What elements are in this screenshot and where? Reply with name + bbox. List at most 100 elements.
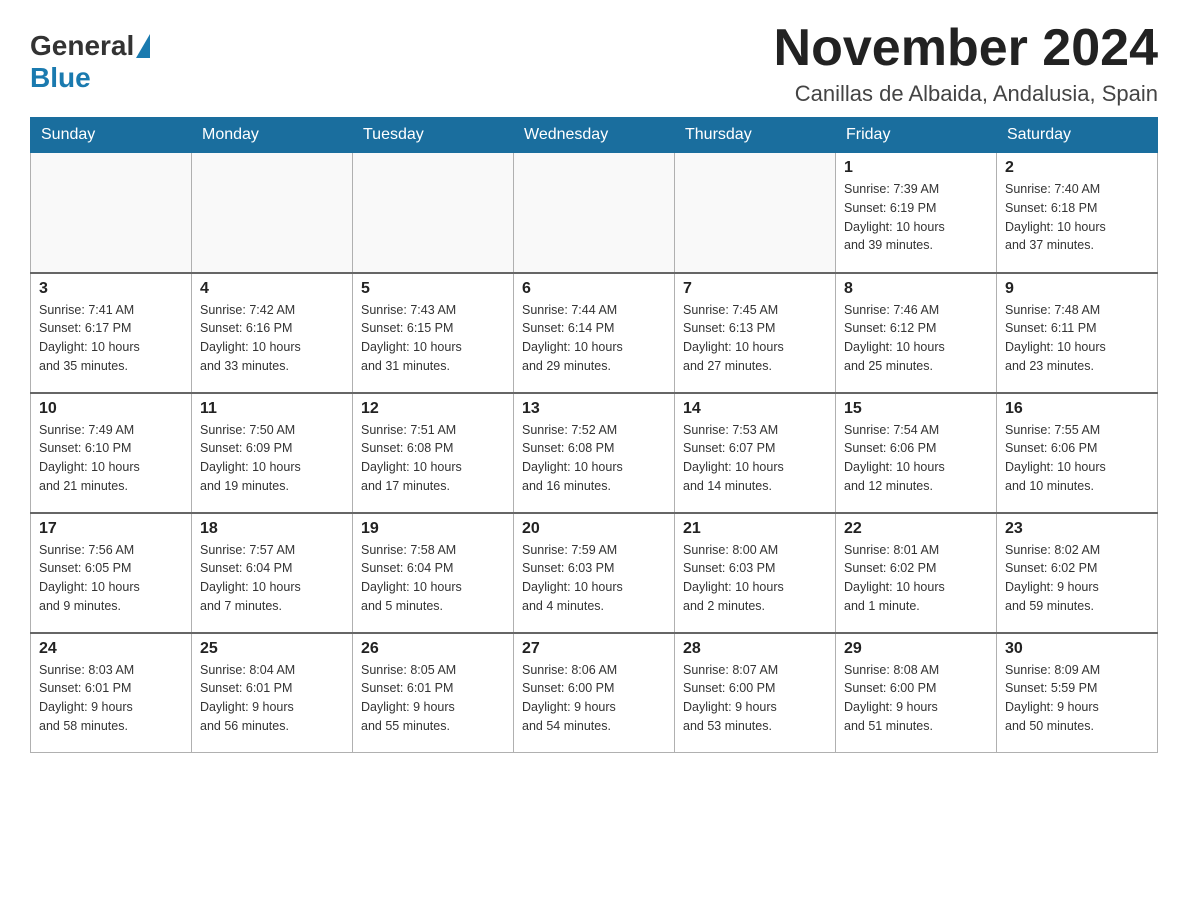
day-info: Sunrise: 7:44 AMSunset: 6:14 PMDaylight:… (522, 301, 666, 376)
calendar-week-row: 24 Sunrise: 8:03 AMSunset: 6:01 PMDayligh… (31, 633, 1158, 753)
logo-blue-text: Blue (30, 62, 91, 94)
logo-triangle-icon (136, 34, 150, 58)
day-number: 3 (39, 280, 183, 298)
day-number: 24 (39, 640, 183, 658)
calendar-cell: 19 Sunrise: 7:58 AMSunset: 6:04 PMDayligh… (353, 513, 514, 633)
day-info: Sunrise: 8:01 AMSunset: 6:02 PMDaylight:… (844, 541, 988, 616)
calendar-cell: 9 Sunrise: 7:48 AMSunset: 6:11 PMDaylight… (997, 273, 1158, 393)
weekday-header-tuesday: Tuesday (353, 118, 514, 153)
day-number: 9 (1005, 280, 1149, 298)
weekday-header-wednesday: Wednesday (514, 118, 675, 153)
calendar-cell (192, 153, 353, 273)
day-info: Sunrise: 8:07 AMSunset: 6:00 PMDaylight:… (683, 661, 827, 736)
calendar-cell: 18Sunrise: 7:57 AMSunset: 6:04 PMDayligh… (192, 513, 353, 633)
calendar-cell: 8Sunrise: 7:46 AMSunset: 6:12 PMDaylight… (836, 273, 997, 393)
calendar-week-row: 3 Sunrise: 7:41 AMSunset: 6:17 PMDaylight… (31, 273, 1158, 393)
day-info: Sunrise: 7:57 AMSunset: 6:04 PMDaylight:… (200, 541, 344, 616)
day-info: Sunrise: 7:45 AMSunset: 6:13 PMDaylight:… (683, 301, 827, 376)
day-number: 1 (844, 159, 988, 177)
day-number: 29 (844, 640, 988, 658)
day-number: 22 (844, 520, 988, 538)
day-number: 14 (683, 400, 827, 418)
calendar-cell (353, 153, 514, 273)
day-number: 21 (683, 520, 827, 538)
day-info: Sunrise: 7:50 AMSunset: 6:09 PMDaylight:… (200, 421, 344, 496)
day-number: 4 (200, 280, 344, 298)
calendar-cell: 23 Sunrise: 8:02 AMSunset: 6:02 PMDayligh… (997, 513, 1158, 633)
calendar-week-row: 10Sunrise: 7:49 AMSunset: 6:10 PMDayligh… (31, 393, 1158, 513)
location-subtitle: Canillas de Albaida, Andalusia, Spain (774, 81, 1158, 107)
calendar-cell: 21 Sunrise: 8:00 AMSunset: 6:03 PMDayligh… (675, 513, 836, 633)
calendar-week-row: 1Sunrise: 7:39 AMSunset: 6:19 PMDaylight… (31, 153, 1158, 273)
weekday-header-thursday: Thursday (675, 118, 836, 153)
calendar-cell: 1Sunrise: 7:39 AMSunset: 6:19 PMDaylight… (836, 153, 997, 273)
day-number: 12 (361, 400, 505, 418)
day-number: 26 (361, 640, 505, 658)
weekday-header-sunday: Sunday (31, 118, 192, 153)
calendar-cell: 13Sunrise: 7:52 AMSunset: 6:08 PMDayligh… (514, 393, 675, 513)
day-info: Sunrise: 8:09 AMSunset: 5:59 PMDaylight:… (1005, 661, 1149, 736)
day-info: Sunrise: 8:05 AMSunset: 6:01 PMDaylight:… (361, 661, 505, 736)
calendar-cell: 26 Sunrise: 8:05 AMSunset: 6:01 PMDayligh… (353, 633, 514, 753)
day-info: Sunrise: 8:02 AMSunset: 6:02 PMDaylight:… (1005, 541, 1149, 616)
day-info: Sunrise: 7:54 AMSunset: 6:06 PMDaylight:… (844, 421, 988, 496)
day-number: 30 (1005, 640, 1149, 658)
calendar-cell: 10Sunrise: 7:49 AMSunset: 6:10 PMDayligh… (31, 393, 192, 513)
day-info: Sunrise: 7:53 AMSunset: 6:07 PMDaylight:… (683, 421, 827, 496)
day-info: Sunrise: 7:49 AMSunset: 6:10 PMDaylight:… (39, 421, 183, 496)
calendar-cell: 22 Sunrise: 8:01 AMSunset: 6:02 PMDayligh… (836, 513, 997, 633)
day-info: Sunrise: 7:55 AMSunset: 6:06 PMDaylight:… (1005, 421, 1149, 496)
day-number: 5 (361, 280, 505, 298)
day-info: Sunrise: 8:06 AMSunset: 6:00 PMDaylight:… (522, 661, 666, 736)
day-info: Sunrise: 8:00 AMSunset: 6:03 PMDaylight:… (683, 541, 827, 616)
day-number: 11 (200, 400, 344, 418)
calendar-cell: 14 Sunrise: 7:53 AMSunset: 6:07 PMDayligh… (675, 393, 836, 513)
day-number: 8 (844, 280, 988, 298)
calendar-cell: 2 Sunrise: 7:40 AMSunset: 6:18 PMDaylight… (997, 153, 1158, 273)
calendar-cell: 25Sunrise: 8:04 AMSunset: 6:01 PMDayligh… (192, 633, 353, 753)
day-number: 25 (200, 640, 344, 658)
day-number: 17 (39, 520, 183, 538)
calendar-cell: 4 Sunrise: 7:42 AMSunset: 6:16 PMDaylight… (192, 273, 353, 393)
month-title: November 2024 (774, 20, 1158, 77)
calendar-cell: 29 Sunrise: 8:08 AMSunset: 6:00 PMDayligh… (836, 633, 997, 753)
calendar-cell (675, 153, 836, 273)
logo: General Blue (30, 30, 152, 94)
weekday-header-row: SundayMondayTuesdayWednesdayThursdayFrid… (31, 118, 1158, 153)
day-number: 2 (1005, 159, 1149, 177)
day-info: Sunrise: 8:03 AMSunset: 6:01 PMDaylight:… (39, 661, 183, 736)
calendar-cell: 30 Sunrise: 8:09 AMSunset: 5:59 PMDayligh… (997, 633, 1158, 753)
calendar-cell: 16 Sunrise: 7:55 AMSunset: 6:06 PMDayligh… (997, 393, 1158, 513)
calendar-cell: 28 Sunrise: 8:07 AMSunset: 6:00 PMDayligh… (675, 633, 836, 753)
day-info: Sunrise: 7:51 AMSunset: 6:08 PMDaylight:… (361, 421, 505, 496)
calendar-cell: 7Sunrise: 7:45 AMSunset: 6:13 PMDaylight… (675, 273, 836, 393)
calendar-cell: 15 Sunrise: 7:54 AMSunset: 6:06 PMDayligh… (836, 393, 997, 513)
day-info: Sunrise: 7:58 AMSunset: 6:04 PMDaylight:… (361, 541, 505, 616)
calendar-cell: 20 Sunrise: 7:59 AMSunset: 6:03 PMDayligh… (514, 513, 675, 633)
logo-general-text: General (30, 30, 134, 62)
day-info: Sunrise: 7:56 AMSunset: 6:05 PMDaylight:… (39, 541, 183, 616)
day-info: Sunrise: 7:52 AMSunset: 6:08 PMDaylight:… (522, 421, 666, 496)
day-info: Sunrise: 7:40 AMSunset: 6:18 PMDaylight:… (1005, 180, 1149, 255)
calendar-cell (31, 153, 192, 273)
calendar-cell: 24 Sunrise: 8:03 AMSunset: 6:01 PMDayligh… (31, 633, 192, 753)
day-number: 16 (1005, 400, 1149, 418)
day-number: 20 (522, 520, 666, 538)
day-info: Sunrise: 7:42 AMSunset: 6:16 PMDaylight:… (200, 301, 344, 376)
calendar-cell: 5Sunrise: 7:43 AMSunset: 6:15 PMDaylight… (353, 273, 514, 393)
calendar-cell: 12 Sunrise: 7:51 AMSunset: 6:08 PMDayligh… (353, 393, 514, 513)
weekday-header-friday: Friday (836, 118, 997, 153)
day-info: Sunrise: 8:08 AMSunset: 6:00 PMDaylight:… (844, 661, 988, 736)
day-info: Sunrise: 7:48 AMSunset: 6:11 PMDaylight:… (1005, 301, 1149, 376)
day-number: 15 (844, 400, 988, 418)
day-info: Sunrise: 7:59 AMSunset: 6:03 PMDaylight:… (522, 541, 666, 616)
calendar-cell: 3 Sunrise: 7:41 AMSunset: 6:17 PMDaylight… (31, 273, 192, 393)
day-number: 28 (683, 640, 827, 658)
day-info: Sunrise: 7:41 AMSunset: 6:17 PMDaylight:… (39, 301, 183, 376)
day-number: 19 (361, 520, 505, 538)
day-number: 6 (522, 280, 666, 298)
day-number: 23 (1005, 520, 1149, 538)
weekday-header-saturday: Saturday (997, 118, 1158, 153)
weekday-header-monday: Monday (192, 118, 353, 153)
calendar-table: SundayMondayTuesdayWednesdayThursdayFrid… (30, 117, 1158, 753)
